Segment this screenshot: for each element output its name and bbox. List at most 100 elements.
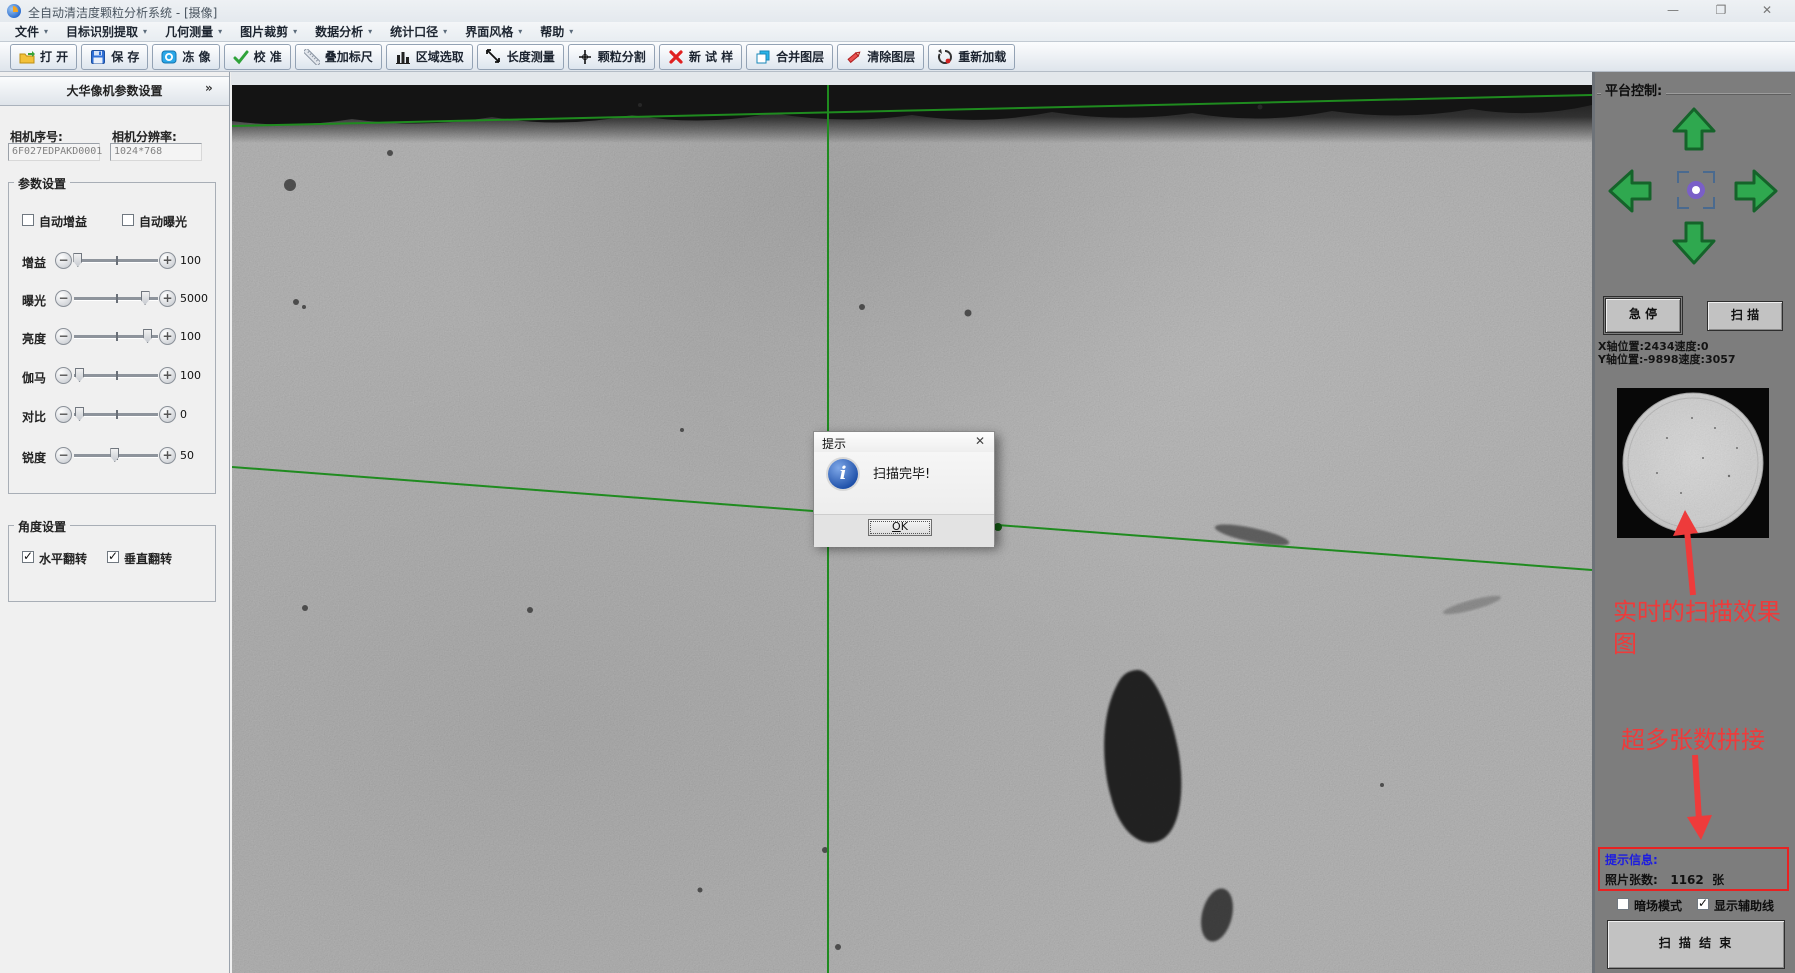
- emergency-stop-button[interactable]: 急 停: [1605, 298, 1681, 333]
- open-button[interactable]: 打 开: [10, 44, 77, 70]
- slider-value: 100: [180, 254, 201, 267]
- auto-exposure-label: 自动曝光: [139, 213, 187, 230]
- slider-thumb[interactable]: [73, 253, 82, 267]
- slider-thumb[interactable]: [75, 368, 84, 382]
- menu-ui-style[interactable]: 界面风格▾: [456, 22, 531, 42]
- platform-left-button[interactable]: [1607, 168, 1653, 214]
- clear-layers-button[interactable]: 清除图层: [837, 44, 924, 70]
- guides-checkbox[interactable]: [1697, 898, 1709, 910]
- scan-preview-image[interactable]: [1617, 388, 1769, 538]
- bracket-corner: [1703, 197, 1715, 209]
- increase-button[interactable]: +: [159, 328, 176, 345]
- length-measure-button[interactable]: 长度测量: [477, 44, 564, 70]
- auto-exposure-checkbox[interactable]: [122, 214, 134, 226]
- increase-button[interactable]: +: [159, 252, 176, 269]
- chevron-down-icon: ▾: [443, 27, 447, 36]
- layers-icon: [755, 49, 771, 65]
- hflip-checkbox[interactable]: [22, 551, 34, 563]
- info-icon: i: [828, 459, 858, 489]
- scan-button[interactable]: 扫 描: [1707, 301, 1783, 331]
- overlay-ruler-button[interactable]: 叠加标尺: [295, 44, 382, 70]
- increase-button[interactable]: +: [159, 367, 176, 384]
- auto-gain-label: 自动增益: [39, 213, 87, 230]
- dialog-close-button[interactable]: ✕: [971, 434, 989, 449]
- photo-count-label: 照片张数:: [1605, 873, 1658, 887]
- darkfield-checkbox[interactable]: [1617, 898, 1629, 910]
- freeze-button[interactable]: 冻 像: [152, 44, 219, 70]
- y-axis-position-text: Y轴位置:-9898速度:3057: [1598, 351, 1736, 367]
- slider-track[interactable]: [74, 335, 158, 338]
- menu-image-crop[interactable]: 图片裁剪▾: [231, 22, 306, 42]
- menu-statistic-standard[interactable]: 统计口径 ▾: [381, 22, 456, 42]
- menu-target-extract[interactable]: 目标识别提取▾: [57, 22, 156, 42]
- particle-split-button[interactable]: 颗粒分割: [568, 44, 655, 70]
- decrease-button[interactable]: −: [55, 252, 72, 269]
- increase-button[interactable]: +: [159, 406, 176, 423]
- slider-track[interactable]: [74, 413, 158, 416]
- gain-slider-row: 增益 − + 100: [0, 250, 230, 272]
- decrease-button[interactable]: −: [55, 447, 72, 464]
- dialog-ok-button[interactable]: OK: [868, 519, 932, 536]
- slider-track[interactable]: [74, 374, 158, 377]
- decrease-button[interactable]: −: [55, 367, 72, 384]
- scan-end-button[interactable]: 扫 描 结 束: [1607, 920, 1785, 969]
- button-label: 保 存: [111, 48, 139, 65]
- window-title: 全自动清洁度颗粒分析系统 - [摄像]: [28, 4, 217, 21]
- decrease-button[interactable]: −: [55, 290, 72, 307]
- bar-chart-icon: [395, 49, 411, 65]
- chevron-down-icon: ▾: [368, 27, 372, 36]
- slider-track[interactable]: [74, 297, 158, 300]
- new-sample-button[interactable]: 新 试 样: [659, 44, 742, 70]
- slider-value: 0: [180, 408, 187, 421]
- parameter-group-title: 参数设置: [14, 175, 70, 192]
- menu-file[interactable]: 文件▾: [6, 22, 57, 42]
- slider-track[interactable]: [74, 259, 158, 262]
- decrease-button[interactable]: −: [55, 328, 72, 345]
- platform-up-button[interactable]: [1671, 106, 1717, 152]
- save-button[interactable]: 保 存: [81, 44, 148, 70]
- auto-gain-checkbox[interactable]: [22, 214, 34, 226]
- reload-button[interactable]: 重新加载: [928, 44, 1015, 70]
- button-label: 冻 像: [182, 48, 210, 65]
- menu-geometry-measure[interactable]: 几何测量▾: [156, 22, 231, 42]
- titlebar: 全自动清洁度颗粒分析系统 - [摄像] — ❐ ✕: [0, 0, 1795, 23]
- region-select-button[interactable]: 区域选取: [386, 44, 473, 70]
- resolution-field[interactable]: 1024*768: [110, 143, 202, 161]
- slider-label: 增益: [22, 254, 46, 271]
- slider-track[interactable]: [74, 454, 158, 457]
- panel-header-title: 大华像机参数设置: [66, 84, 162, 98]
- slider-thumb[interactable]: [141, 291, 150, 305]
- merge-layers-button[interactable]: 合并图层: [746, 44, 833, 70]
- close-button[interactable]: ✕: [1745, 0, 1789, 21]
- restore-button[interactable]: ❐: [1699, 0, 1743, 21]
- calibrate-check-icon: [233, 49, 249, 65]
- button-label: 颗粒分割: [598, 48, 646, 65]
- slider-thumb[interactable]: [143, 329, 152, 343]
- chevron-down-icon: ▾: [44, 27, 48, 36]
- red-arrow-down-shaft: [1695, 755, 1699, 820]
- button-label: 校 准: [254, 48, 282, 65]
- platform-right-button[interactable]: [1733, 168, 1779, 214]
- slider-label: 锐度: [22, 449, 46, 466]
- menu-label: 统计口径: [390, 23, 438, 40]
- platform-center-target[interactable]: [1677, 171, 1715, 209]
- menu-data-analysis[interactable]: 数据分析▾: [306, 22, 381, 42]
- darkfield-label: 暗场模式: [1634, 897, 1682, 914]
- down-arrow-icon: [1674, 223, 1714, 263]
- menu-label: 帮助: [540, 23, 564, 40]
- panel-collapse-button[interactable]: »: [205, 80, 219, 96]
- sharpness-slider-row: 锐度 − + 50: [0, 445, 230, 467]
- menu-help[interactable]: 帮助▾: [531, 22, 582, 42]
- platform-down-button[interactable]: [1671, 220, 1717, 266]
- eraser-pencil-icon: [846, 49, 862, 65]
- vflip-label: 垂直翻转: [124, 550, 172, 567]
- calibrate-button[interactable]: 校 准: [224, 44, 291, 70]
- slider-thumb[interactable]: [75, 407, 84, 421]
- camera-serial-field[interactable]: 6F027EDPAKD0001: [8, 143, 100, 161]
- minimize-button[interactable]: —: [1651, 0, 1695, 21]
- increase-button[interactable]: +: [159, 447, 176, 464]
- increase-button[interactable]: +: [159, 290, 176, 307]
- decrease-button[interactable]: −: [55, 406, 72, 423]
- vflip-checkbox[interactable]: [107, 551, 119, 563]
- dialog-title: 提示: [822, 435, 846, 452]
